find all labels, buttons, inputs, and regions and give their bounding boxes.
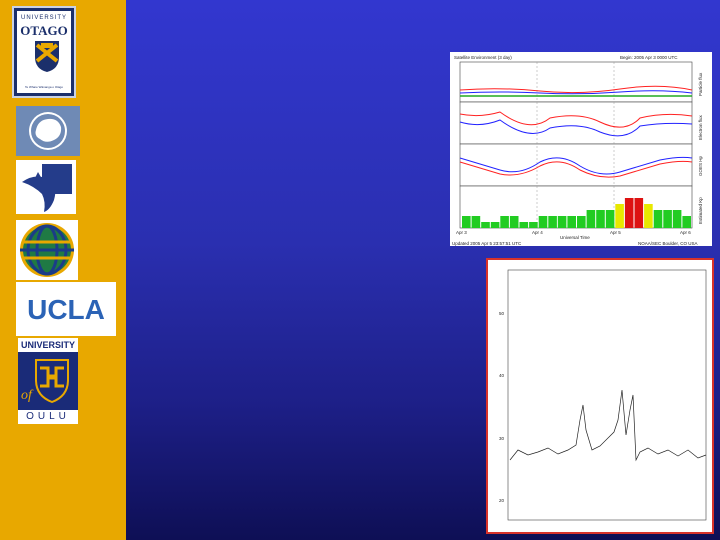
goes-satellite-environment-plot: Satellite Environment (3 day) Begin: 200… <box>450 52 712 246</box>
kp-bar <box>509 216 519 228</box>
antarctica-icon <box>29 112 67 150</box>
university-of-oulu-logo: UNIVERSITY of OULU <box>18 338 78 424</box>
goes-x-tick: Apr 5 <box>610 230 621 235</box>
oulu-of-text: of <box>21 388 32 403</box>
kp-bar <box>577 216 586 228</box>
goes-x-tick: Apr 3 <box>456 230 467 235</box>
goes-x-tick: Apr 6 <box>680 230 691 235</box>
mag-y-tick: 30 <box>499 436 505 441</box>
ucla-logo: UCLA <box>16 282 116 336</box>
kp-bar <box>672 210 682 228</box>
panel-label-particle-flux: Particle flux <box>698 72 703 96</box>
mag-y-tick: 40 <box>499 373 505 378</box>
kp-bar <box>529 222 538 228</box>
kp-bar <box>548 216 557 228</box>
kp-bar <box>663 210 672 228</box>
kp-bar <box>653 210 663 228</box>
otago-university-text: UNIVERSITY <box>20 15 67 21</box>
kp-bar <box>519 222 529 228</box>
kp-bar <box>644 204 653 228</box>
kp-bar <box>490 222 500 228</box>
mag-y-tick: 50 <box>499 311 505 316</box>
mag-y-tick: 20 <box>499 498 505 503</box>
dolphin-icon <box>16 160 76 214</box>
goes-footer-right: NOAA/SEC Boulder, CO USA <box>638 241 698 246</box>
university-of-otago-logo: UNIVERSITY OTAGO Te Whare Wānanga o Otāg… <box>12 6 76 98</box>
goes-footer-left: Updated 2005 Apr 5 23:57:51 UTC <box>452 241 522 246</box>
kp-bar <box>586 210 596 228</box>
globe-logo <box>16 220 78 280</box>
kp-bar <box>634 198 644 228</box>
kp-bar <box>557 216 567 228</box>
antarctica-logo <box>16 106 80 156</box>
kp-bar <box>538 216 548 228</box>
panel-label-electron-flux: Electron flux <box>698 114 703 140</box>
kp-bar <box>624 198 634 228</box>
goes-panel-labels: Particle flux Electron flux GOES Hp Esti… <box>698 72 703 224</box>
ucla-text: UCLA <box>27 294 105 325</box>
logo-sidebar: UNIVERSITY OTAGO Te Whare Wānanga o Otāg… <box>0 0 126 540</box>
dolphin-logo <box>16 160 76 214</box>
goes-title-left: Satellite Environment (3 day) <box>454 55 512 60</box>
goes-title-right: Begin: 2005 Apr 3 0000 UTC <box>620 55 678 60</box>
oulu-crest-icon <box>35 359 69 404</box>
goes-x-label: Universal Time <box>560 235 590 240</box>
kp-bar <box>567 216 576 228</box>
panel-label-goes-hp: GOES Hp <box>698 155 703 176</box>
oulu-university-text: UNIVERSITY <box>18 338 78 352</box>
oulu-name-text: OULU <box>18 410 78 424</box>
kp-bar <box>682 216 691 228</box>
goes-x-tick: Apr 4 <box>532 230 543 235</box>
kp-bar <box>471 216 481 228</box>
kp-bar <box>462 216 471 228</box>
otago-shield-icon <box>35 41 59 72</box>
kp-bar <box>500 216 509 228</box>
kp-bar <box>596 210 605 228</box>
kp-bar <box>615 204 624 228</box>
panel-label-estimated-kp: Estimated Kp <box>698 197 703 224</box>
kp-bar <box>481 222 490 228</box>
otago-name-text: OTAGO <box>20 23 68 38</box>
otago-motto-text: Te Whare Wānanga o Otāgo <box>24 85 64 89</box>
magnetometer-plot: 20 30 40 50 <box>486 258 714 534</box>
globe-icon <box>20 223 74 277</box>
kp-bar <box>605 210 615 228</box>
